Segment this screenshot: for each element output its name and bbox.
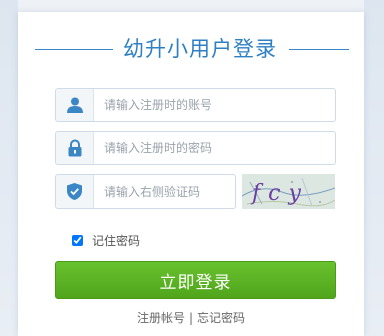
captcha-image[interactable]: fcy	[242, 174, 335, 209]
title-line-right	[289, 49, 349, 50]
register-link[interactable]: 注册帐号	[137, 311, 185, 325]
link-separator: |	[188, 311, 194, 325]
password-input[interactable]	[104, 132, 329, 164]
captcha-text: fcy	[250, 181, 309, 206]
background-right	[364, 0, 384, 336]
user-icon	[56, 89, 94, 121]
lock-icon	[56, 132, 94, 164]
password-field[interactable]	[55, 131, 336, 165]
shield-icon	[56, 175, 94, 208]
username-input[interactable]	[104, 89, 329, 121]
login-button[interactable]: 立即登录	[55, 261, 336, 299]
captcha-input[interactable]	[104, 175, 232, 208]
login-card: 幼升小用户登录 请输入注册时的账号 请输入右侧验证码 fcy 记住密码 立即登录…	[18, 12, 364, 336]
background-left	[0, 0, 18, 336]
title-line-left	[35, 49, 113, 50]
title-row: 幼升小用户登录	[18, 34, 364, 64]
forgot-password-link[interactable]: 忘记密码	[197, 311, 245, 325]
remember-label: 记住密码	[92, 233, 141, 248]
remember-checkbox[interactable]	[72, 234, 83, 246]
footer-links: 注册帐号 | 忘记密码	[18, 309, 364, 326]
page-title: 幼升小用户登录	[123, 37, 277, 61]
captcha-field[interactable]	[55, 174, 236, 209]
remember-password[interactable]: 记住密码	[72, 231, 140, 249]
username-field[interactable]	[55, 88, 336, 122]
